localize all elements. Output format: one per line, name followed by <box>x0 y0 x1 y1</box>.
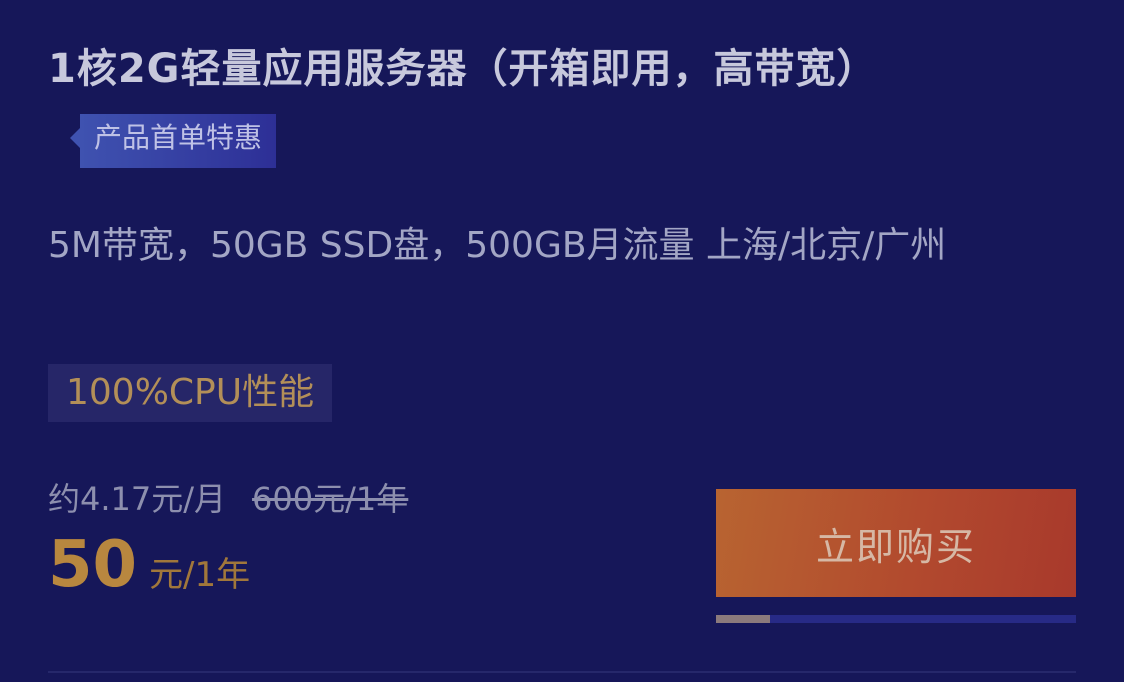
stock-progress-bar <box>716 615 1076 623</box>
product-title: 1核2G轻量应用服务器（开箱即用，高带宽） <box>48 46 878 92</box>
stock-progress-fill <box>716 615 770 623</box>
buy-now-button[interactable]: 立即购买 <box>716 489 1076 597</box>
product-card: 1核2G轻量应用服务器（开箱即用，高带宽） 产品首单特惠 5M带宽，50GB S… <box>0 0 1124 682</box>
divider <box>48 671 1076 673</box>
price-amount: 50 <box>48 528 138 602</box>
promo-tag: 产品首单特惠 <box>69 114 277 168</box>
feature-tag: 100%CPU性能 <box>48 364 333 422</box>
current-price: 50 元/1年 <box>48 528 250 602</box>
price-reference-line: 约4.17元/月 600元/1年 <box>48 474 408 520</box>
original-price: 600元/1年 <box>252 480 409 518</box>
product-description: 5M带宽，50GB SSD盘，500GB月流量 上海/北京/广州 <box>48 225 947 266</box>
price-unit: 元/1年 <box>149 555 251 595</box>
monthly-estimate: 约4.17元/月 <box>48 480 227 518</box>
